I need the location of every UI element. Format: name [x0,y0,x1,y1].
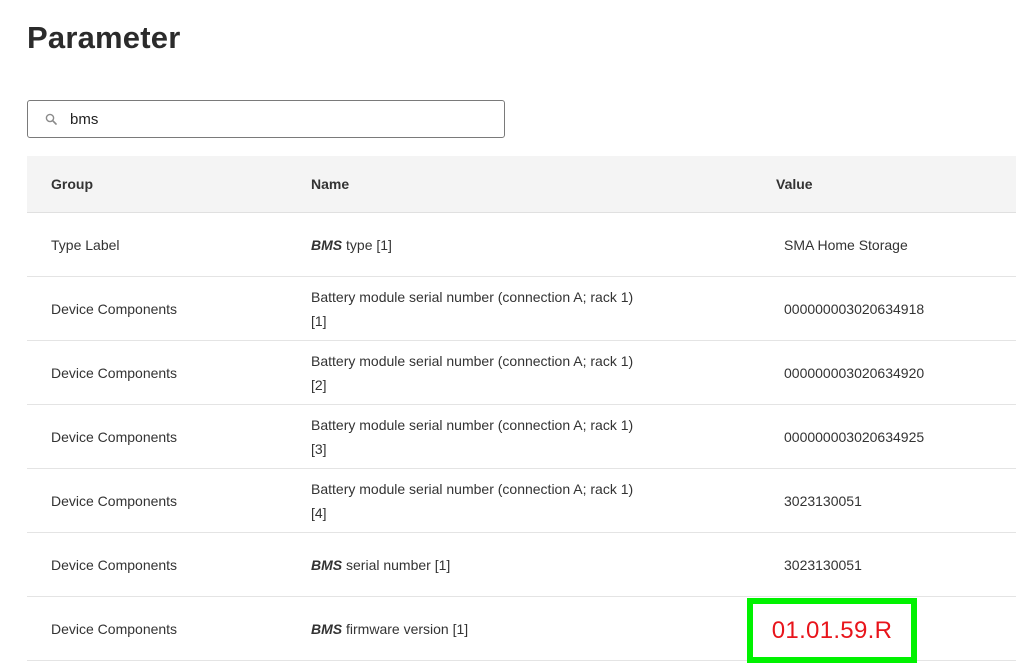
cell-group: Device Components [51,620,178,637]
name-text: Battery module serial number (connection… [311,480,634,497]
highlight-box: 01.01.59.R [747,598,917,663]
name-text: firmware version [1] [342,620,469,637]
name-prefix: BMS [311,236,343,253]
name-index: [1] [311,312,327,329]
column-header-group[interactable]: Group [27,176,287,192]
table-row[interactable]: Device Components Battery module serial n… [27,405,1016,469]
cell-name: BMS type [1] [287,233,760,257]
highlighted-firmware-value: 01.01.59.R [771,616,893,644]
cell-name: BMS firmware version [1] [287,617,760,641]
search-field[interactable] [27,100,505,138]
cell-name: Battery module serial number (connection… [287,413,760,461]
page-title: Parameter [27,20,181,55]
name-text: Battery module serial number (connection… [311,288,634,305]
name-text: Battery module serial number (connection… [311,352,634,369]
table-header-row: Group Name Value [27,156,1016,213]
cell-value: 000000003020634920 [784,364,925,381]
name-prefix: BMS [311,620,343,637]
cell-value: 3023130051 [784,556,862,573]
cell-name: Battery module serial number (connection… [287,285,760,333]
name-text: Battery module serial number (connection… [311,416,634,433]
table-row[interactable]: Device Components Battery module serial n… [27,277,1016,341]
cell-name: Battery module serial number (connection… [287,477,760,525]
cell-group: Device Components [51,556,178,573]
cell-value: SMA Home Storage [784,236,908,253]
table-row[interactable]: Device Components Battery module serial n… [27,341,1016,405]
name-index: [2] [311,376,327,393]
cell-group: Device Components [51,428,178,445]
name-index: [3] [311,440,327,457]
cell-name: BMS serial number [1] [287,553,760,577]
cell-name: Battery module serial number (connection… [287,349,760,397]
cell-value: 000000003020634918 [784,300,925,317]
cell-group: Type Label [51,236,120,253]
cell-group: Device Components [51,492,178,509]
name-text: type [1] [342,236,392,253]
table-row[interactable]: Type Label BMS type [1] SMA Home Storage [27,213,1016,277]
cell-group: Device Components [51,300,178,317]
cell-value: 000000003020634925 [784,428,925,445]
parameter-table: Group Name Value Type Label BMS type [1] S… [27,156,1016,661]
column-header-value[interactable]: Value [760,176,1016,192]
cell-value: 3023130051 [784,492,862,509]
search-icon [44,112,58,126]
name-index: [4] [311,504,327,521]
column-header-name[interactable]: Name [287,172,760,196]
search-input[interactable] [70,110,470,128]
table-row[interactable]: Device Components BMS serial number [1] 30… [27,533,1016,597]
name-text: serial number [1] [342,556,451,573]
table-row[interactable]: Device Components Battery module serial n… [27,469,1016,533]
name-prefix: BMS [311,556,343,573]
cell-group: Device Components [51,364,178,381]
